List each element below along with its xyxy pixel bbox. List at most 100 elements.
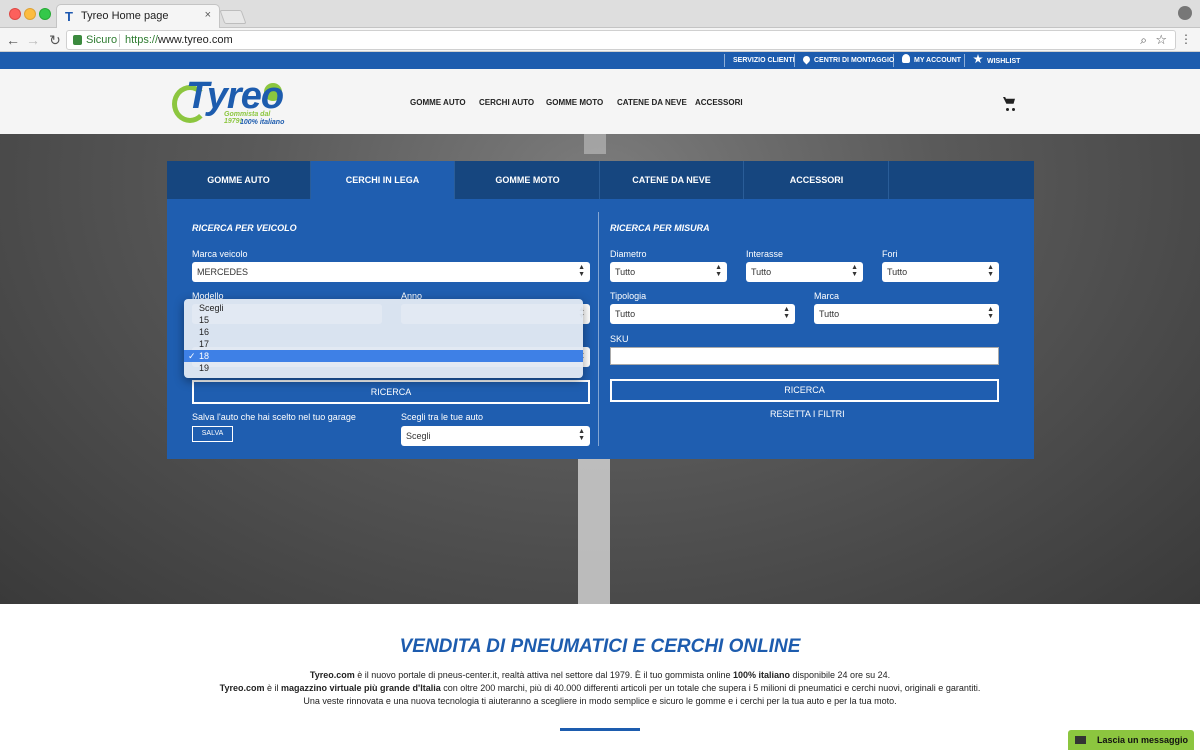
maximize-window-button[interactable]	[39, 8, 51, 20]
my-account-link[interactable]: MY ACCOUNT	[893, 54, 961, 67]
select-arrows-icon: ▲▼	[578, 428, 585, 442]
bookmark-star-icon[interactable]: ☆	[1155, 32, 1167, 48]
intro-line-1-highlight: 100% italiano	[732, 670, 791, 680]
intro-line-1-text: è il nuovo portale di pneus-center.it, r…	[354, 670, 733, 680]
nav-gomme-auto[interactable]: GOMME AUTO	[410, 98, 466, 107]
size-dropdown-menu: Scegli 15 16 17 ✓ 18 19	[184, 299, 583, 378]
url-host: www.tyreo.com	[158, 34, 233, 46]
new-tab-button[interactable]	[219, 10, 247, 24]
browser-address-bar: ← → ↻ Sicuro https://www.tyreo.com ⌕ ☆ ⋮	[0, 28, 1200, 52]
browser-tab[interactable]: T Tyreo Home page ×	[56, 4, 220, 28]
leave-message-button[interactable]: Lascia un messaggio	[1068, 730, 1194, 750]
wheelbase-label: Interasse	[746, 249, 784, 259]
nav-accessori[interactable]: ACCESSORI	[695, 98, 743, 107]
tyreo-logo[interactable]: Tyreo Gommista dal 1979! 100% italiano	[172, 75, 286, 129]
select-arrows-icon: ▲▼	[987, 306, 994, 320]
dropdown-option[interactable]: Scegli	[184, 302, 583, 314]
size-search-button[interactable]: RICERCA	[610, 379, 999, 402]
profile-icon[interactable]	[1178, 6, 1192, 20]
intro-line-2-text: è il	[264, 683, 282, 693]
tab-title: Tyreo Home page	[81, 10, 169, 22]
browser-menu-icon[interactable]: ⋮	[1180, 32, 1192, 46]
intro-line-1: Tyreo.com è il nuovo portale di pneus-ce…	[0, 670, 1200, 680]
wishlist-label: WISHLIST	[987, 58, 1021, 65]
search-panel-tabs: GOMME AUTO CERCHI IN LEGA GOMME MOTO CAT…	[167, 161, 1034, 199]
intro-line-1-brand: Tyreo.com	[309, 670, 355, 680]
select-arrows-icon: ▲▼	[578, 264, 585, 278]
cart-wheel-left	[1006, 108, 1009, 111]
type-select[interactable]: Tutto ▲ ▼	[610, 304, 795, 324]
url-separator	[119, 34, 120, 47]
vehicle-brand-value: MERCEDES	[197, 267, 249, 277]
select-arrows-icon: ▲▼	[783, 306, 790, 320]
tab-cerchi-in-lega[interactable]: CERCHI IN LEGA	[311, 161, 455, 199]
road-line-upper	[584, 134, 606, 154]
type-value: Tutto	[615, 309, 636, 319]
secure-label: Sicuro	[86, 34, 118, 46]
select-arrows-icon: ▲▼	[715, 264, 722, 278]
forward-arrow-icon[interactable]: →	[24, 31, 42, 49]
reload-icon[interactable]: ↻	[46, 31, 64, 49]
vehicle-brand-label: Marca veicolo	[192, 249, 248, 259]
url-text: https://www.tyreo.com	[125, 34, 233, 46]
reset-filters-link[interactable]: RESETTA I FILTRI	[770, 409, 845, 419]
garage-value: Scegli	[406, 431, 431, 441]
intro-divider	[560, 728, 640, 731]
nav-catene-da-neve[interactable]: CATENE DA NEVE	[617, 98, 687, 107]
logo-tagline-italian: 100% italiano	[240, 119, 285, 126]
dropdown-option-selected[interactable]: ✓ 18	[184, 350, 583, 362]
mounting-centers-link[interactable]: CENTRI DI MONTAGGIO	[794, 54, 894, 67]
tyreo-favicon-icon: T	[65, 9, 73, 24]
intro-line-2-highlight: magazzino virtuale più grande d'Italia	[281, 683, 441, 693]
minimize-window-button[interactable]	[24, 8, 36, 20]
holes-select[interactable]: Tutto ▲ ▼	[882, 262, 999, 282]
url-input[interactable]: Sicuro https://www.tyreo.com ⌕ ☆	[66, 30, 1176, 50]
brand-select[interactable]: Tutto ▲ ▼	[814, 304, 999, 324]
diameter-select[interactable]: Tutto ▲ ▼	[610, 262, 727, 282]
leave-message-label: Lascia un messaggio	[1097, 735, 1189, 745]
holes-value: Tutto	[887, 267, 908, 277]
size-search-title: RICERCA PER MISURA	[610, 223, 710, 233]
dropdown-option[interactable]: 19	[184, 362, 583, 374]
dropdown-option-label: 18	[199, 351, 210, 361]
tab-close-icon[interactable]: ×	[205, 9, 211, 21]
select-arrows-icon: ▲▼	[851, 264, 858, 278]
site-header: Tyreo Gommista dal 1979! 100% italiano G…	[0, 69, 1200, 134]
tab-gomme-auto[interactable]: GOMME AUTO	[167, 161, 311, 199]
vehicle-brand-select[interactable]: MERCEDES ▲ ▼	[192, 262, 590, 282]
intro-line-3: Una veste rinnovata e una nuova tecnolog…	[303, 696, 897, 706]
garage-select[interactable]: Scegli ▲ ▼	[401, 426, 590, 446]
zoom-icon[interactable]: ⌕	[1140, 33, 1147, 48]
vehicle-search-title: RICERCA PER VEICOLO	[192, 223, 297, 233]
sku-input[interactable]	[610, 347, 999, 365]
save-car-label: Salva l'auto che hai scelto nel tuo gara…	[192, 412, 356, 422]
customer-service-link[interactable]: SERVIZIO CLIENTI	[724, 54, 795, 67]
intro-line-2: Tyreo.com è il magazzino virtuale più gr…	[0, 683, 1200, 693]
garage-label: Scegli tra le tue auto	[401, 412, 484, 422]
diameter-label: Diametro	[610, 249, 647, 259]
nav-gomme-moto[interactable]: GOMME MOTO	[546, 98, 603, 107]
back-arrow-icon[interactable]: ←	[4, 31, 22, 49]
dropdown-option[interactable]: 16	[184, 326, 583, 338]
tab-accessori[interactable]: ACCESSORI	[745, 161, 889, 199]
dropdown-option[interactable]: 15	[184, 314, 583, 326]
tab-gomme-moto[interactable]: GOMME MOTO	[456, 161, 600, 199]
tab-catene-da-neve[interactable]: CATENE DA NEVE	[600, 161, 744, 199]
intro-title: VENDITA DI PNEUMATICI E CERCHI ONLINE	[399, 636, 801, 657]
close-window-button[interactable]	[9, 8, 21, 20]
wheelbase-select[interactable]: Tutto ▲ ▼	[746, 262, 863, 282]
cart-icon[interactable]	[1003, 97, 1015, 104]
holes-label: Fori	[882, 249, 898, 259]
intro-line-2-tail: con oltre 200 marchi, più di 40.000 diff…	[440, 683, 981, 693]
wheelbase-value: Tutto	[751, 267, 772, 277]
nav-cerchi-auto[interactable]: CERCHI AUTO	[479, 98, 534, 107]
dropdown-option[interactable]: 17	[184, 338, 583, 350]
star-icon	[973, 54, 983, 64]
vehicle-search-button[interactable]: RICERCA	[192, 380, 590, 404]
intro-line-1-tail: disponibile 24 ore su 24.	[790, 670, 891, 680]
save-car-button[interactable]: SALVA	[192, 426, 233, 442]
checkmark-icon: ✓	[188, 351, 196, 361]
site-top-bar: SERVIZIO CLIENTI CENTRI DI MONTAGGIO MY …	[0, 52, 1200, 69]
user-icon	[902, 54, 910, 63]
wishlist-link[interactable]: WISHLIST	[964, 54, 1020, 67]
